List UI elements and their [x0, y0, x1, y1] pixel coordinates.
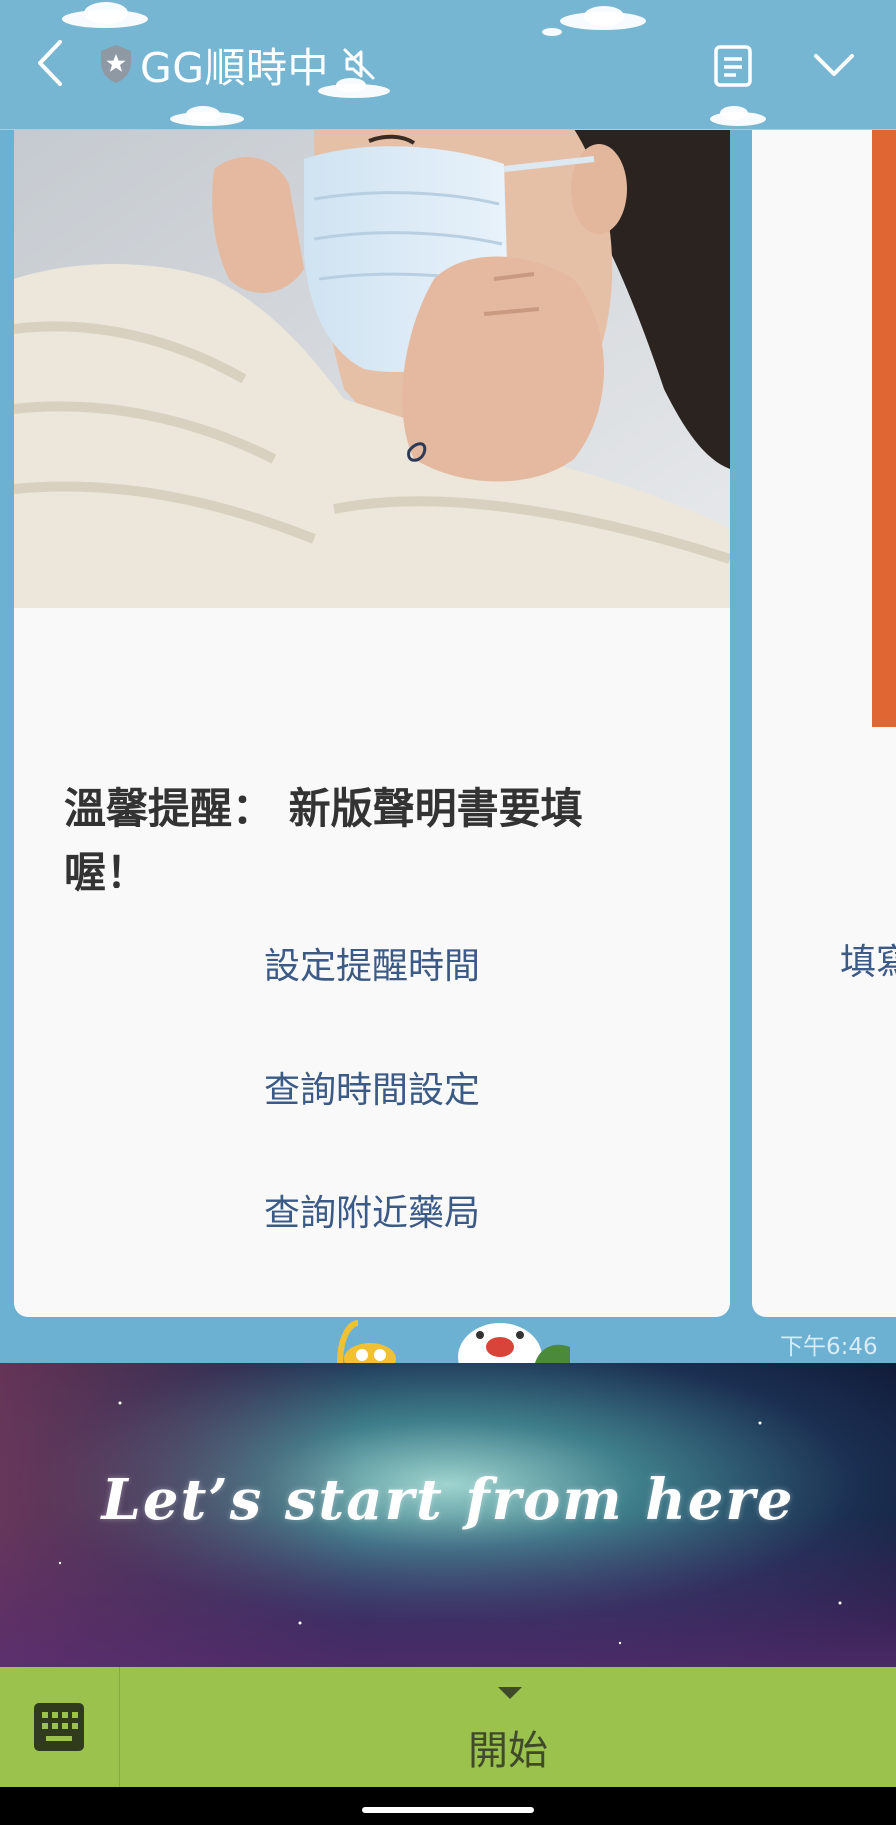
- notes-icon: [714, 45, 752, 87]
- message-timestamp: 下午6:46: [780, 1334, 878, 1360]
- card-image[interactable]: [14, 129, 730, 608]
- card-2-image: [872, 129, 896, 727]
- keyboard-icon: [34, 1703, 84, 1751]
- sticker-partial: [337, 1320, 570, 1363]
- bottom-bar: 開始: [0, 1667, 896, 1787]
- message-card-next[interactable]: 填寫: [752, 129, 896, 1317]
- chat-title: GG順時中: [140, 44, 330, 92]
- card-title: 溫馨提醒： 新版聲明書要填喔！: [64, 784, 583, 897]
- set-reminder-time-button[interactable]: 設定提醒時間: [14, 937, 730, 989]
- query-time-settings-button[interactable]: 查詢時間設定: [14, 1061, 730, 1113]
- rich-menu-text: Let’s start from here: [101, 1467, 795, 1533]
- chat-header: GG順時中: [0, 0, 896, 130]
- nearby-pharmacy-button[interactable]: 查詢附近藥局: [14, 1184, 730, 1236]
- mute-icon: [343, 48, 375, 80]
- home-indicator[interactable]: [362, 1807, 534, 1813]
- back-button[interactable]: [28, 34, 72, 92]
- rich-menu-toggle[interactable]: 開始: [120, 1667, 896, 1787]
- shield-star-icon: [101, 45, 131, 83]
- chat-area: 溫馨提醒： 新版聲明書要填喔！ 設定提醒時間 查詢時間設定 查詢附近藥局 填寫 …: [0, 129, 896, 1363]
- rich-menu-banner[interactable]: Let’s start from here: [0, 1363, 896, 1667]
- chevron-down-icon: [814, 54, 854, 76]
- message-card: 溫馨提醒： 新版聲明書要填喔！ 設定提醒時間 查詢時間設定 查詢附近藥局: [14, 129, 730, 1317]
- caret-down-icon: [498, 1687, 522, 1699]
- system-navigation-bar: [0, 1787, 896, 1825]
- collapse-button[interactable]: [810, 48, 858, 82]
- rich-menu-label: 開始: [468, 1728, 548, 1774]
- card-2-action-button[interactable]: 填寫: [840, 933, 896, 985]
- chat-title-group: GG順時中: [98, 36, 377, 92]
- keyboard-toggle-button[interactable]: [0, 1667, 120, 1787]
- chevron-left-icon: [38, 40, 62, 86]
- notes-button[interactable]: [712, 44, 754, 88]
